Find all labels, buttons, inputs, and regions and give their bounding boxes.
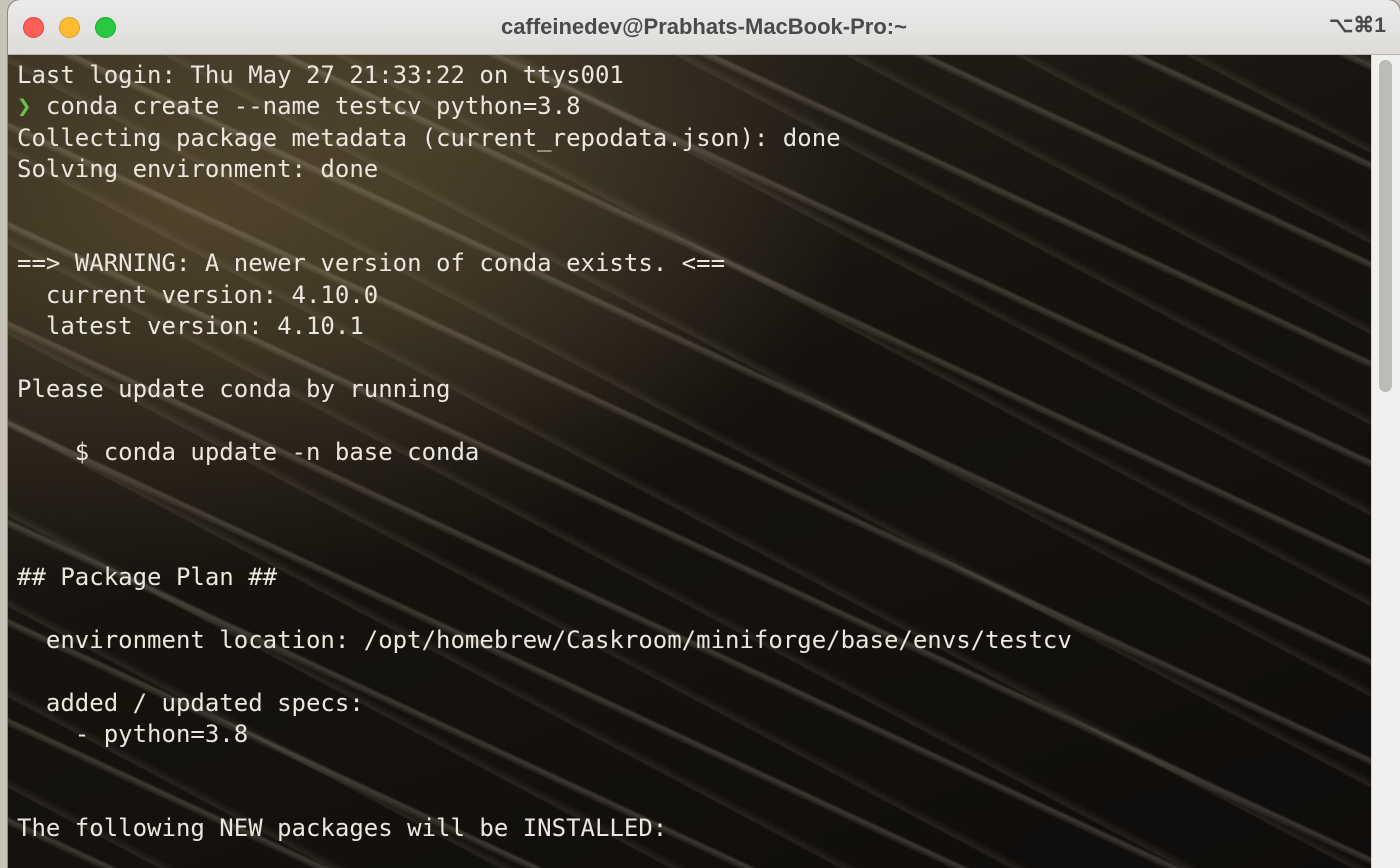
terminal-line: ==> WARNING: A newer version of conda ex… xyxy=(17,249,726,278)
command-line: ❯ conda create --name testcv python=3.8 xyxy=(17,91,1072,122)
window-title: caffeinedev@Prabhats-MacBook-Pro:~ xyxy=(501,14,907,39)
terminal-line: current version: 4.10.0 xyxy=(17,280,379,309)
terminal-output[interactable]: Last login: Thu May 27 21:33:22 on ttys0… xyxy=(8,55,1372,868)
prompt-arrow-icon: ❯ xyxy=(17,92,32,121)
command-text: conda create --name testcv python=3.8 xyxy=(45,92,581,121)
window-shortcut: ⌥⌘1 xyxy=(1329,14,1386,37)
terminal-line: environment location: /opt/homebrew/Cask… xyxy=(17,626,1072,655)
terminal-line: Please update conda by running xyxy=(17,374,451,403)
terminal-line: Solving environment: done xyxy=(17,155,379,184)
terminal-line: The following NEW packages will be INSTA… xyxy=(17,814,668,843)
terminal-line: latest version: 4.10.1 xyxy=(17,312,364,341)
terminal-line: $ conda update -n base conda xyxy=(17,437,480,466)
scrollbar-thumb[interactable] xyxy=(1379,60,1392,392)
terminal-line: Collecting package metadata (current_rep… xyxy=(17,123,841,152)
terminal-line: - python=3.8 xyxy=(17,720,249,749)
title-bar[interactable]: caffeinedev@Prabhats-MacBook-Pro:~ ⌥⌘1 xyxy=(8,0,1400,55)
terminal-window: caffeinedev@Prabhats-MacBook-Pro:~ ⌥⌘1 L… xyxy=(8,0,1400,868)
vertical-scrollbar[interactable] xyxy=(1371,55,1400,868)
terminal-line: added / updated specs: xyxy=(17,688,364,717)
terminal-line: ## Package Plan ## xyxy=(17,563,278,592)
terminal-line: Last login: Thu May 27 21:33:22 on ttys0… xyxy=(17,61,624,89)
